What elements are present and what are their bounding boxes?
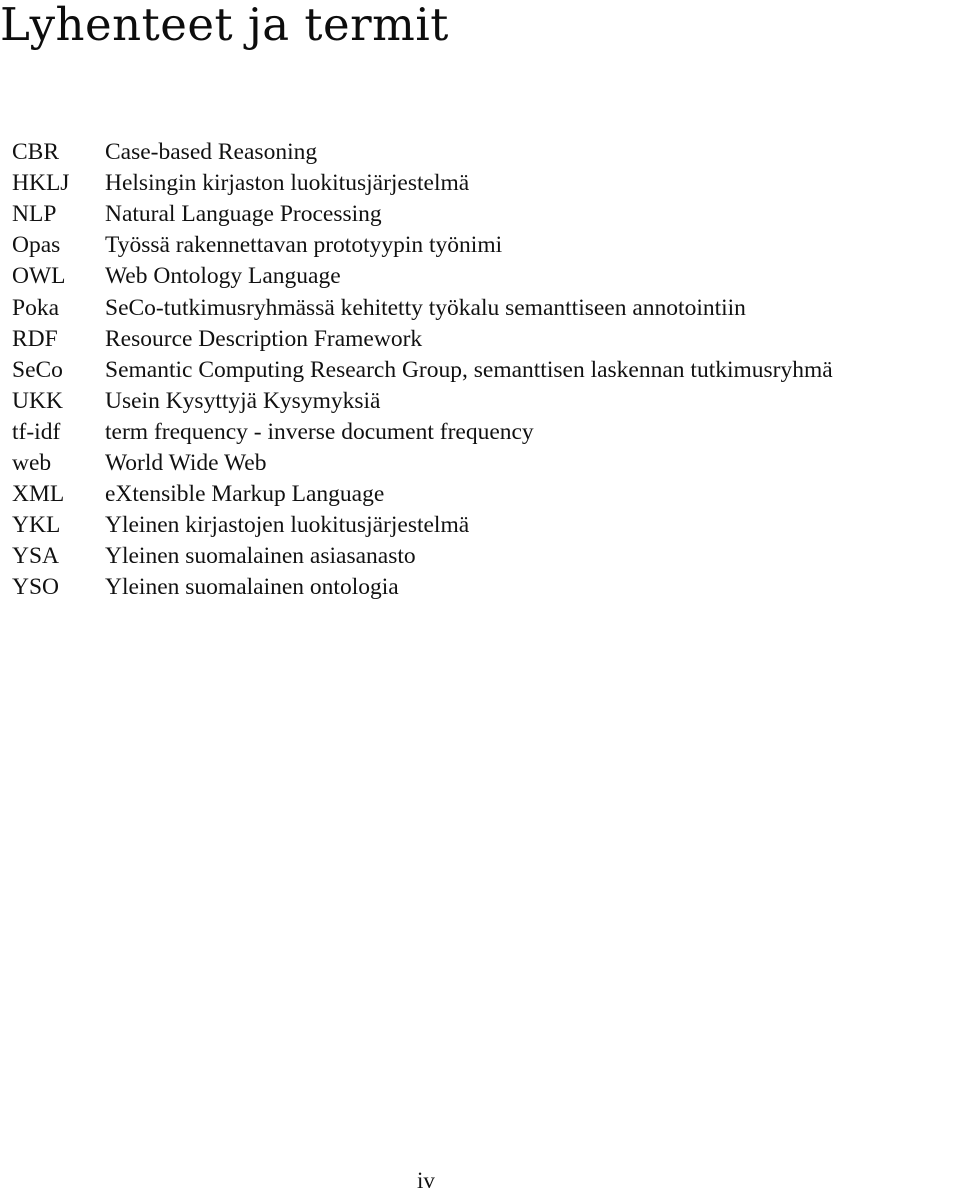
- abbreviation-row: YSA Yleinen suomalainen asiasanasto: [12, 541, 833, 572]
- abbreviation: CBR: [12, 139, 60, 166]
- abbreviation-row: SeCo Semantic Computing Research Group, s…: [12, 355, 833, 386]
- definition: Semantic Computing Research Group, seman…: [105, 356, 833, 383]
- definition: SeCo-tutkimusryhmässä kehitetty työkalu …: [105, 294, 746, 321]
- abbreviation-row: tf-idf term frequency - inverse document …: [12, 417, 833, 448]
- abbreviation: YSO: [12, 574, 60, 601]
- definition: Työssä rakennettavan prototyypin työnimi: [105, 232, 503, 259]
- abbreviation-row: HKLJ Helsingin kirjaston luokitusjärjeste…: [12, 168, 833, 199]
- definition: World Wide Web: [105, 449, 267, 476]
- abbreviation-row: web World Wide Web: [12, 448, 833, 479]
- abbreviation: NLP: [12, 201, 57, 228]
- abbreviation: UKK: [12, 387, 63, 414]
- abbreviation-row: YSO Yleinen suomalainen ontologia: [12, 572, 833, 603]
- abbreviation-row: UKK Usein Kysyttyjä Kysymyksiä: [12, 386, 833, 417]
- abbreviation-row: NLP Natural Language Processing: [12, 199, 833, 230]
- abbreviation-row: CBR Case-based Reasoning: [12, 137, 833, 168]
- abbreviation-row: Opas Työssä rakennettavan prototyypin työ…: [12, 230, 833, 261]
- abbreviation: HKLJ: [12, 170, 70, 197]
- definition: term frequency - inverse document freque…: [105, 418, 534, 445]
- definition: Yleinen suomalainen asiasanasto: [105, 543, 416, 570]
- abbreviation: web: [12, 449, 52, 476]
- definition: Usein Kysyttyjä Kysymyksiä: [105, 387, 381, 414]
- abbreviation: tf-idf: [12, 418, 61, 445]
- abbreviation-row: XML eXtensible Markup Language: [12, 479, 833, 510]
- definition: Resource Description Framework: [105, 325, 423, 352]
- abbreviation-row: YKL Yleinen kirjastojen luokitusjärjestel…: [12, 510, 833, 541]
- definition: Helsingin kirjaston luokitusjärjestelmä: [105, 170, 470, 197]
- abbreviation: YSA: [12, 543, 60, 570]
- abbreviation: Opas: [12, 232, 61, 259]
- page-title: Lyhenteet ja termit: [0, 0, 449, 51]
- definition: eXtensible Markup Language: [105, 481, 385, 508]
- abbreviation-row: RDF Resource Description Framework: [12, 324, 833, 355]
- abbreviation: OWL: [12, 263, 66, 290]
- abbreviation-row: Poka SeCo-tutkimusryhmässä kehitetty työk…: [12, 292, 833, 323]
- definition: Web Ontology Language: [105, 263, 341, 290]
- definition: Yleinen suomalainen ontologia: [105, 574, 399, 601]
- definition: Yleinen kirjastojen luokitusjärjestelmä: [105, 512, 470, 539]
- abbreviation: RDF: [12, 325, 58, 352]
- abbreviation: XML: [12, 481, 65, 508]
- definition: Natural Language Processing: [105, 201, 382, 228]
- abbreviation-list: CBR Case-based Reasoning HKLJ Helsingin ki…: [12, 137, 833, 603]
- definition: Case-based Reasoning: [105, 139, 318, 166]
- abbreviation-row: OWL Web Ontology Language: [12, 261, 833, 292]
- abbreviation-table: CBR Case-based Reasoning HKLJ Helsingin ki…: [12, 137, 833, 603]
- abbreviation: YKL: [12, 512, 61, 539]
- abbreviation: SeCo: [12, 356, 63, 383]
- abbreviation: Poka: [12, 294, 59, 321]
